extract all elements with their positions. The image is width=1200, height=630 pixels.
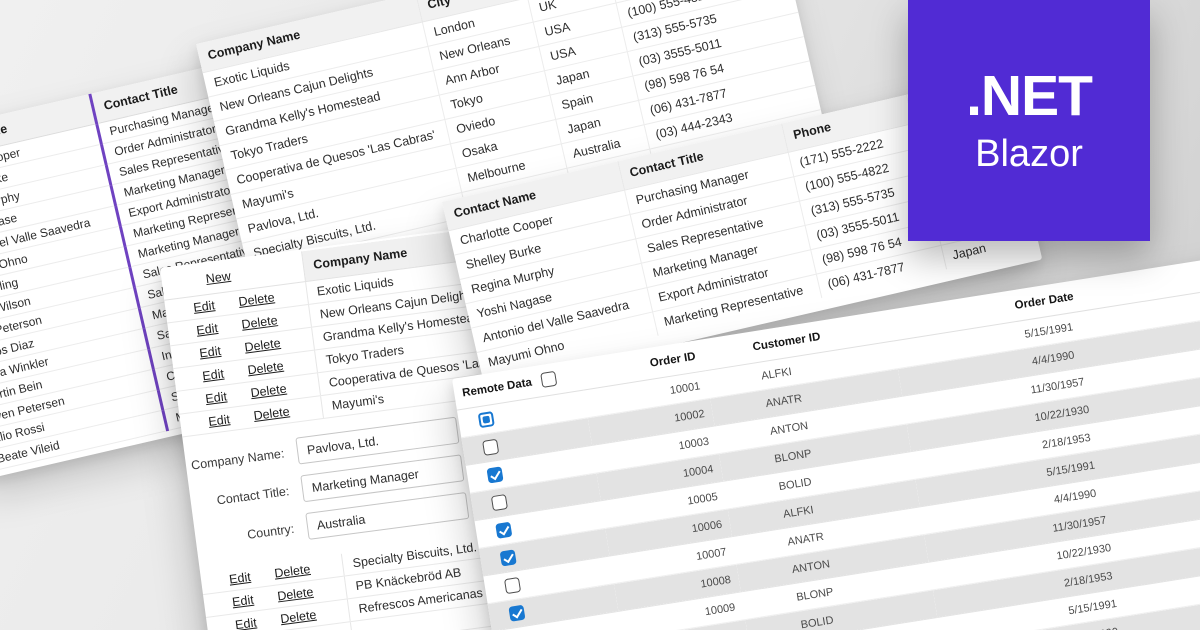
country-label: Country: (195, 520, 308, 548)
delete-button[interactable]: Delete (238, 290, 276, 309)
delete-button[interactable]: Delete (273, 562, 311, 581)
edit-button[interactable]: Edit (208, 412, 231, 429)
blazor-logo-text: Blazor (975, 135, 1083, 173)
delete-button[interactable]: Delete (241, 313, 279, 332)
company-name-label: Company Name: (185, 444, 298, 472)
delete-button[interactable]: Delete (247, 358, 285, 377)
remote-data-label: Remote Data (461, 376, 532, 399)
contact-title-label: Contact Title: (190, 482, 303, 510)
edit-button[interactable]: Edit (202, 366, 225, 383)
edit-button[interactable]: Edit (234, 615, 257, 630)
delete-button[interactable]: Delete (253, 404, 291, 423)
edit-button[interactable]: Edit (205, 389, 228, 406)
new-button[interactable]: New (205, 269, 232, 286)
dotnet-logo-text: .NET (966, 68, 1092, 125)
delete-button[interactable]: Delete (244, 335, 282, 354)
delete-button[interactable]: Delete (280, 608, 318, 627)
edit-button[interactable]: Edit (228, 570, 251, 587)
row-checkbox[interactable] (482, 439, 499, 456)
row-checkbox[interactable] (486, 466, 503, 483)
edit-button[interactable]: Edit (199, 343, 222, 360)
edit-button[interactable]: Edit (196, 321, 219, 338)
row-checkbox[interactable] (478, 411, 495, 428)
row-checkbox[interactable] (508, 605, 525, 622)
edit-button[interactable]: Edit (231, 593, 254, 610)
delete-button[interactable]: Delete (277, 585, 315, 604)
row-checkbox[interactable] (491, 494, 508, 511)
dotnet-blazor-badge: .NET Blazor (908, 0, 1150, 241)
row-checkbox[interactable] (500, 549, 517, 566)
select-all-checkbox[interactable] (540, 371, 557, 388)
row-checkbox[interactable] (495, 522, 512, 539)
row-checkbox[interactable] (504, 577, 521, 594)
edit-button[interactable]: Edit (193, 298, 216, 315)
stage: Contact Name Contact Title Charlotte Coo… (0, 0, 1200, 630)
delete-button[interactable]: Delete (250, 381, 288, 400)
